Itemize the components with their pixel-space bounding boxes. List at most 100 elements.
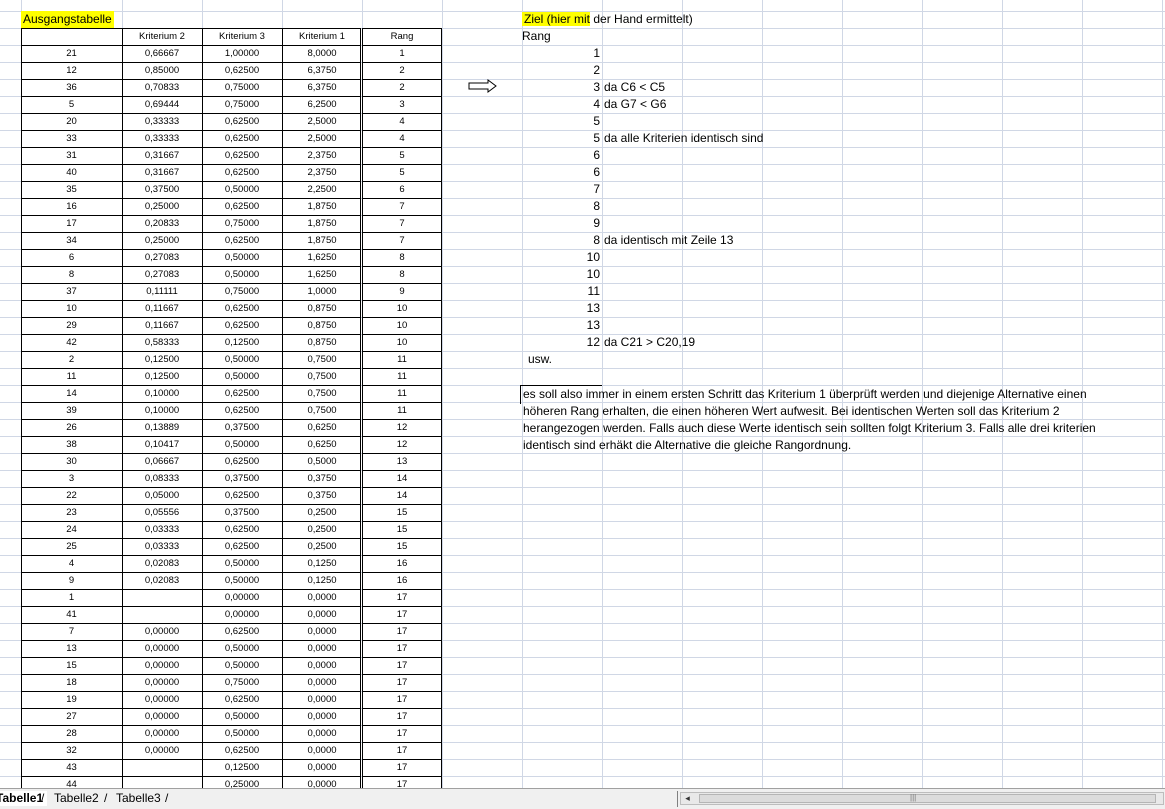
table-cell[interactable]: 0,58333 <box>122 334 202 351</box>
table-cell[interactable]: 9 <box>21 572 122 589</box>
table-cell[interactable]: 17 <box>362 640 442 657</box>
table-cell[interactable]: 0,06667 <box>122 453 202 470</box>
target-rank[interactable]: 12 <box>522 334 600 351</box>
table-cell[interactable]: 1 <box>21 589 122 606</box>
table-cell[interactable]: 0,62500 <box>202 453 282 470</box>
table-cell[interactable]: 0,7500 <box>282 351 362 368</box>
target-rank[interactable]: 8 <box>522 232 600 249</box>
table-cell[interactable]: 0,02083 <box>122 555 202 572</box>
table-cell[interactable]: 17 <box>362 725 442 742</box>
table-cell[interactable]: 0,27083 <box>122 249 202 266</box>
target-rank[interactable]: 5 <box>522 130 600 147</box>
table-cell[interactable]: 0,13889 <box>122 419 202 436</box>
table-cell[interactable]: 10 <box>362 317 442 334</box>
table-cell[interactable]: 0,62500 <box>202 385 282 402</box>
table-cell[interactable]: 26 <box>21 419 122 436</box>
table-cell[interactable]: 0,62500 <box>202 623 282 640</box>
table-cell[interactable]: 1,8750 <box>282 215 362 232</box>
table-cell[interactable]: 0,69444 <box>122 96 202 113</box>
table-cell[interactable]: 17 <box>362 589 442 606</box>
table-cell[interactable]: 0,33333 <box>122 113 202 130</box>
table-cell[interactable]: 0,62500 <box>202 402 282 419</box>
source-title[interactable]: Ausgangstabelle <box>21 11 114 28</box>
table-cell[interactable]: 2,5000 <box>282 130 362 147</box>
table-cell[interactable]: 8 <box>362 266 442 283</box>
table-header[interactable]: Kriterium 2 <box>122 28 202 45</box>
table-cell[interactable]: 0,03333 <box>122 521 202 538</box>
table-cell[interactable]: 0,2500 <box>282 538 362 555</box>
table-cell[interactable]: 18 <box>21 674 122 691</box>
table-header[interactable]: Kriterium 3 <box>202 28 282 45</box>
table-cell[interactable]: 0,0000 <box>282 725 362 742</box>
table-cell[interactable]: 4 <box>362 113 442 130</box>
table-cell[interactable]: 32 <box>21 742 122 759</box>
table-cell[interactable]: 13 <box>21 640 122 657</box>
target-note[interactable]: da G7 < G6 <box>604 96 904 113</box>
table-cell[interactable]: 0,62500 <box>202 232 282 249</box>
table-cell[interactable]: 0,7500 <box>282 402 362 419</box>
table-cell[interactable]: 20 <box>21 113 122 130</box>
table-cell[interactable]: 0,00000 <box>202 589 282 606</box>
table-cell[interactable]: 0,5000 <box>282 453 362 470</box>
table-cell[interactable]: 0,50000 <box>202 640 282 657</box>
table-cell[interactable]: 0,50000 <box>202 572 282 589</box>
table-cell[interactable]: 0,05556 <box>122 504 202 521</box>
target-rank[interactable]: 5 <box>522 113 600 130</box>
table-cell[interactable]: 4 <box>362 130 442 147</box>
table-cell[interactable]: 42 <box>21 334 122 351</box>
table-cell[interactable]: 31 <box>21 147 122 164</box>
table-cell[interactable]: 2 <box>21 351 122 368</box>
table-cell[interactable]: 5 <box>362 164 442 181</box>
table-cell[interactable]: 0,50000 <box>202 249 282 266</box>
target-rank[interactable]: 7 <box>522 181 600 198</box>
table-cell[interactable]: 0,62500 <box>202 130 282 147</box>
table-cell[interactable]: 6,3750 <box>282 79 362 96</box>
table-cell[interactable]: 34 <box>21 232 122 249</box>
table-cell[interactable]: 6,3750 <box>282 62 362 79</box>
table-cell[interactable]: 17 <box>362 674 442 691</box>
table-cell[interactable]: 40 <box>21 164 122 181</box>
table-cell[interactable]: 0,05000 <box>122 487 202 504</box>
table-cell[interactable]: 15 <box>362 538 442 555</box>
table-cell[interactable]: 0,50000 <box>202 436 282 453</box>
table-cell[interactable]: 12 <box>21 62 122 79</box>
table-cell[interactable]: 0,75000 <box>202 215 282 232</box>
target-rank[interactable]: 9 <box>522 215 600 232</box>
table-cell[interactable]: 0,50000 <box>202 708 282 725</box>
table-cell[interactable]: 0,70833 <box>122 79 202 96</box>
table-cell[interactable]: 41 <box>21 606 122 623</box>
table-cell[interactable]: 11 <box>362 402 442 419</box>
table-cell[interactable]: 1,8750 <box>282 198 362 215</box>
table-cell[interactable]: 0,6250 <box>282 436 362 453</box>
target-note[interactable]: da identisch mit Zeile 13 <box>604 232 904 249</box>
table-cell[interactable]: 0,33333 <box>122 130 202 147</box>
table-cell[interactable] <box>122 759 202 776</box>
table-cell[interactable]: 36 <box>21 79 122 96</box>
table-cell[interactable]: 28 <box>21 725 122 742</box>
table-cell[interactable]: 11 <box>21 368 122 385</box>
table-cell[interactable]: 7 <box>21 623 122 640</box>
table-cell[interactable]: 0,3750 <box>282 487 362 504</box>
table-cell[interactable]: 13 <box>362 453 442 470</box>
table-cell[interactable]: 11 <box>362 385 442 402</box>
table-cell[interactable]: 19 <box>21 691 122 708</box>
table-cell[interactable]: 0,0000 <box>282 589 362 606</box>
table-cell[interactable]: 2,3750 <box>282 164 362 181</box>
table-cell[interactable]: 25 <box>21 538 122 555</box>
table-cell[interactable]: 0,00000 <box>122 623 202 640</box>
table-cell[interactable]: 24 <box>21 521 122 538</box>
table-cell[interactable]: 2,2500 <box>282 181 362 198</box>
table-cell[interactable]: 0,00000 <box>122 742 202 759</box>
table-cell[interactable]: 15 <box>21 657 122 674</box>
table-cell[interactable]: 0,8750 <box>282 317 362 334</box>
table-cell[interactable]: 0,27083 <box>122 266 202 283</box>
table-cell[interactable]: 0,00000 <box>202 606 282 623</box>
table-cell[interactable]: 0,62500 <box>202 113 282 130</box>
table-cell[interactable]: 11 <box>362 368 442 385</box>
table-cell[interactable]: 0,50000 <box>202 181 282 198</box>
table-cell[interactable]: 17 <box>362 759 442 776</box>
table-cell[interactable]: 0,00000 <box>122 725 202 742</box>
table-cell[interactable]: 14 <box>362 470 442 487</box>
table-cell[interactable]: 1,6250 <box>282 249 362 266</box>
table-cell[interactable]: 0,0000 <box>282 759 362 776</box>
